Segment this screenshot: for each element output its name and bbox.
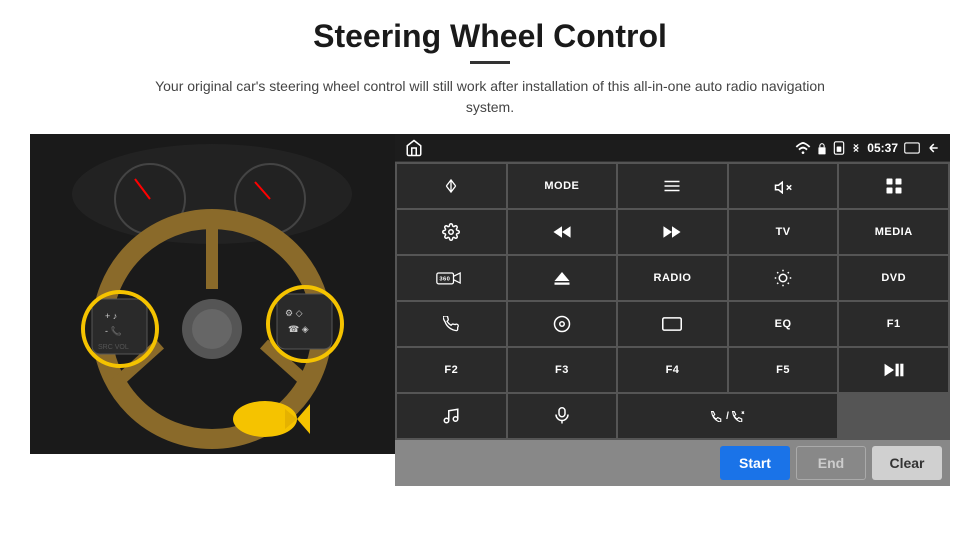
window-button[interactable] bbox=[618, 302, 727, 346]
steering-wheel-image: + ♪ - 📞 SRC VOL ⚙ ◇ ☎ ◈ bbox=[30, 134, 395, 454]
page-wrapper: Steering Wheel Control Your original car… bbox=[0, 0, 980, 544]
eq-button[interactable]: EQ bbox=[729, 302, 838, 346]
nav3-button[interactable] bbox=[508, 302, 617, 346]
cam360-button[interactable]: 360 bbox=[397, 256, 506, 300]
phone-button[interactable] bbox=[397, 302, 506, 346]
brightness-button[interactable] bbox=[729, 256, 838, 300]
lock-icon bbox=[817, 141, 827, 155]
forward-button[interactable] bbox=[618, 210, 727, 254]
svg-text:+ ♪: + ♪ bbox=[105, 311, 117, 321]
screen-icon bbox=[904, 142, 920, 154]
start-button[interactable]: Start bbox=[720, 446, 790, 480]
music-button[interactable] bbox=[397, 394, 506, 438]
status-time: 05:37 bbox=[867, 141, 898, 155]
content-row: + ♪ - 📞 SRC VOL ⚙ ◇ ☎ ◈ bbox=[30, 134, 950, 486]
mode-button[interactable]: MODE bbox=[508, 164, 617, 208]
mute-button[interactable] bbox=[729, 164, 838, 208]
svg-text:- 📞: - 📞 bbox=[105, 325, 122, 336]
radio-button[interactable]: RADIO bbox=[618, 256, 727, 300]
svg-text:SRC VOL: SRC VOL bbox=[98, 344, 129, 351]
svg-text:360: 360 bbox=[440, 277, 451, 283]
vol-phone-button[interactable]: / bbox=[618, 394, 837, 438]
apps-button[interactable] bbox=[839, 164, 948, 208]
f4-button[interactable]: F4 bbox=[618, 348, 727, 392]
clear-button[interactable]: Clear bbox=[872, 446, 942, 480]
mic-button[interactable] bbox=[508, 394, 617, 438]
f1-button[interactable]: F1 bbox=[839, 302, 948, 346]
dvd-button[interactable]: DVD bbox=[839, 256, 948, 300]
f5-button[interactable]: F5 bbox=[729, 348, 838, 392]
settings-button[interactable] bbox=[397, 210, 506, 254]
sim-icon bbox=[833, 141, 845, 155]
page-subtitle: Your original car's steering wheel contr… bbox=[140, 76, 840, 118]
page-title: Steering Wheel Control bbox=[313, 18, 667, 55]
media-button[interactable]: MEDIA bbox=[839, 210, 948, 254]
status-right: 05:37 bbox=[795, 141, 940, 155]
end-button[interactable]: End bbox=[796, 446, 866, 480]
status-left bbox=[405, 139, 423, 157]
svg-text:⚙ ◇: ⚙ ◇ bbox=[285, 308, 303, 318]
action-bar: Start End Clear bbox=[395, 440, 950, 486]
list-button[interactable] bbox=[618, 164, 727, 208]
wifi-icon bbox=[795, 142, 811, 154]
eject-button[interactable] bbox=[508, 256, 617, 300]
f3-button[interactable]: F3 bbox=[508, 348, 617, 392]
svg-text:☎ ◈: ☎ ◈ bbox=[288, 324, 309, 334]
control-panel: 05:37 MODE bbox=[395, 134, 950, 486]
button-grid: MODE bbox=[395, 162, 950, 440]
nav-button[interactable] bbox=[397, 164, 506, 208]
title-divider bbox=[470, 61, 510, 64]
playpause-button[interactable] bbox=[839, 348, 948, 392]
home-icon bbox=[405, 139, 423, 157]
status-bar: 05:37 bbox=[395, 134, 950, 162]
back-icon bbox=[926, 141, 940, 155]
tv-button[interactable]: TV bbox=[729, 210, 838, 254]
f2-button[interactable]: F2 bbox=[397, 348, 506, 392]
bluetooth-icon bbox=[851, 141, 861, 155]
rewind-button[interactable] bbox=[508, 210, 617, 254]
